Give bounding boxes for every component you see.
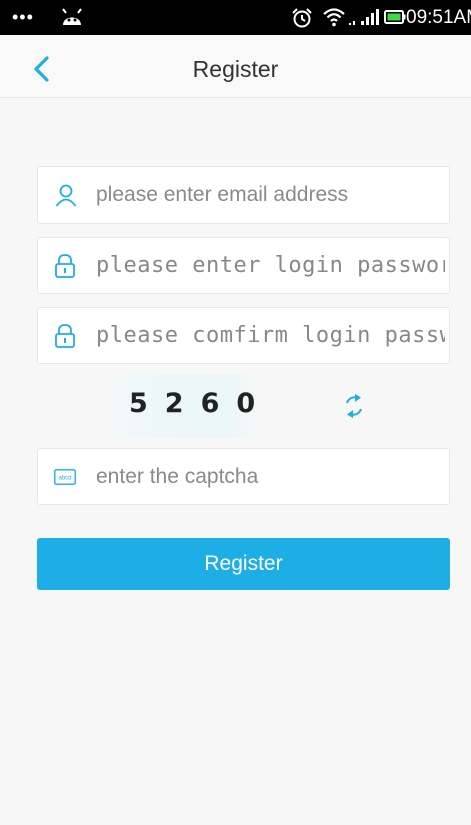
status-time: 09:51AM (406, 7, 471, 28)
lock-icon (55, 323, 75, 348)
captcha-image[interactable]: 5260 (103, 374, 261, 438)
captcha-code: 5260 (129, 388, 273, 419)
captcha-input[interactable] (96, 449, 445, 504)
email-input[interactable] (96, 167, 445, 223)
captcha-icon-text: abcd (58, 475, 71, 481)
page-title: Register (192, 56, 279, 82)
signal-icon (349, 9, 379, 25)
lock-icon (55, 253, 75, 278)
confirm-password-input[interactable] (96, 308, 445, 363)
notification-dots: ••• (12, 7, 34, 27)
alarm-icon (292, 8, 312, 28)
android-icon (62, 8, 82, 25)
navigation-bar: Register (0, 35, 471, 98)
email-field (37, 166, 450, 224)
wifi-icon (323, 8, 345, 27)
user-icon (55, 184, 77, 207)
battery-icon (384, 10, 406, 24)
register-button[interactable]: Register (37, 538, 450, 590)
captcha-field: abcd (37, 448, 450, 505)
refresh-icon[interactable] (340, 391, 368, 421)
captcha-icon: abcd (54, 468, 76, 485)
confirm-password-field (37, 307, 450, 364)
password-input[interactable] (96, 238, 445, 293)
password-field (37, 237, 450, 294)
status-bar: ••• 09:51AM (0, 0, 471, 35)
